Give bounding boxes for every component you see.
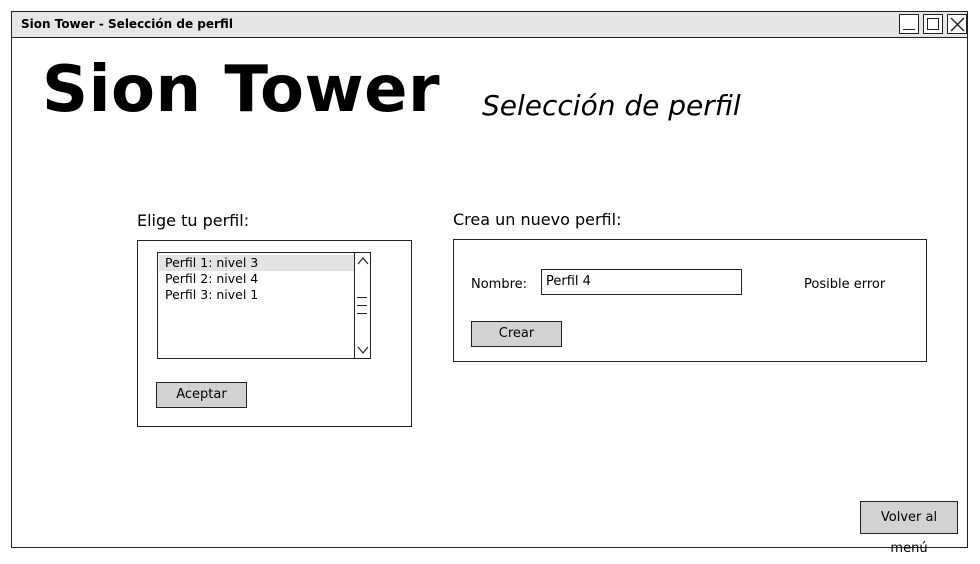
profile-list-item[interactable]: Perfil 3: nivel 1	[159, 287, 355, 303]
create-button[interactable]: Crear	[471, 321, 562, 347]
profile-list-item[interactable]: Perfil 1: nivel 3	[159, 255, 355, 271]
maximize-button[interactable]	[923, 14, 943, 34]
back-to-menu-button[interactable]: Volver al menú	[860, 501, 958, 556]
app-window: Sion Tower - Selección de perfil Sion To…	[11, 11, 968, 556]
page-subtitle: Selección de perfil	[482, 89, 741, 122]
name-label: Nombre:	[471, 277, 528, 292]
name-input[interactable]: Perfil 4	[541, 269, 742, 295]
new-profile-panel: Nombre: Perfil 4 Posible error Crear	[453, 239, 927, 362]
minimize-button[interactable]	[899, 14, 919, 34]
select-profile-label: Elige tu perfil:	[137, 211, 250, 230]
close-icon	[950, 17, 965, 32]
select-profile-panel: Perfil 1: nivel 3 Perfil 2: nivel 4 Perf…	[137, 240, 412, 427]
error-message: Posible error	[804, 277, 886, 292]
close-button[interactable]	[947, 14, 967, 34]
chevron-down-icon[interactable]	[356, 344, 370, 356]
app-title: Sion Tower	[42, 53, 441, 127]
profile-list-item[interactable]: Perfil 2: nivel 4	[159, 271, 355, 287]
chevron-up-icon[interactable]	[356, 255, 370, 267]
accept-button[interactable]: Aceptar	[156, 382, 247, 408]
profile-listbox[interactable]: Perfil 1: nivel 3 Perfil 2: nivel 4 Perf…	[157, 252, 371, 359]
title-bar: Sion Tower - Selección de perfil	[12, 12, 967, 38]
listbox-scrollbar[interactable]	[354, 253, 370, 358]
scroll-thumb[interactable]	[357, 293, 367, 317]
window-title: Sion Tower - Selección de perfil	[21, 17, 233, 31]
new-profile-label: Crea un nuevo perfil:	[453, 210, 622, 229]
